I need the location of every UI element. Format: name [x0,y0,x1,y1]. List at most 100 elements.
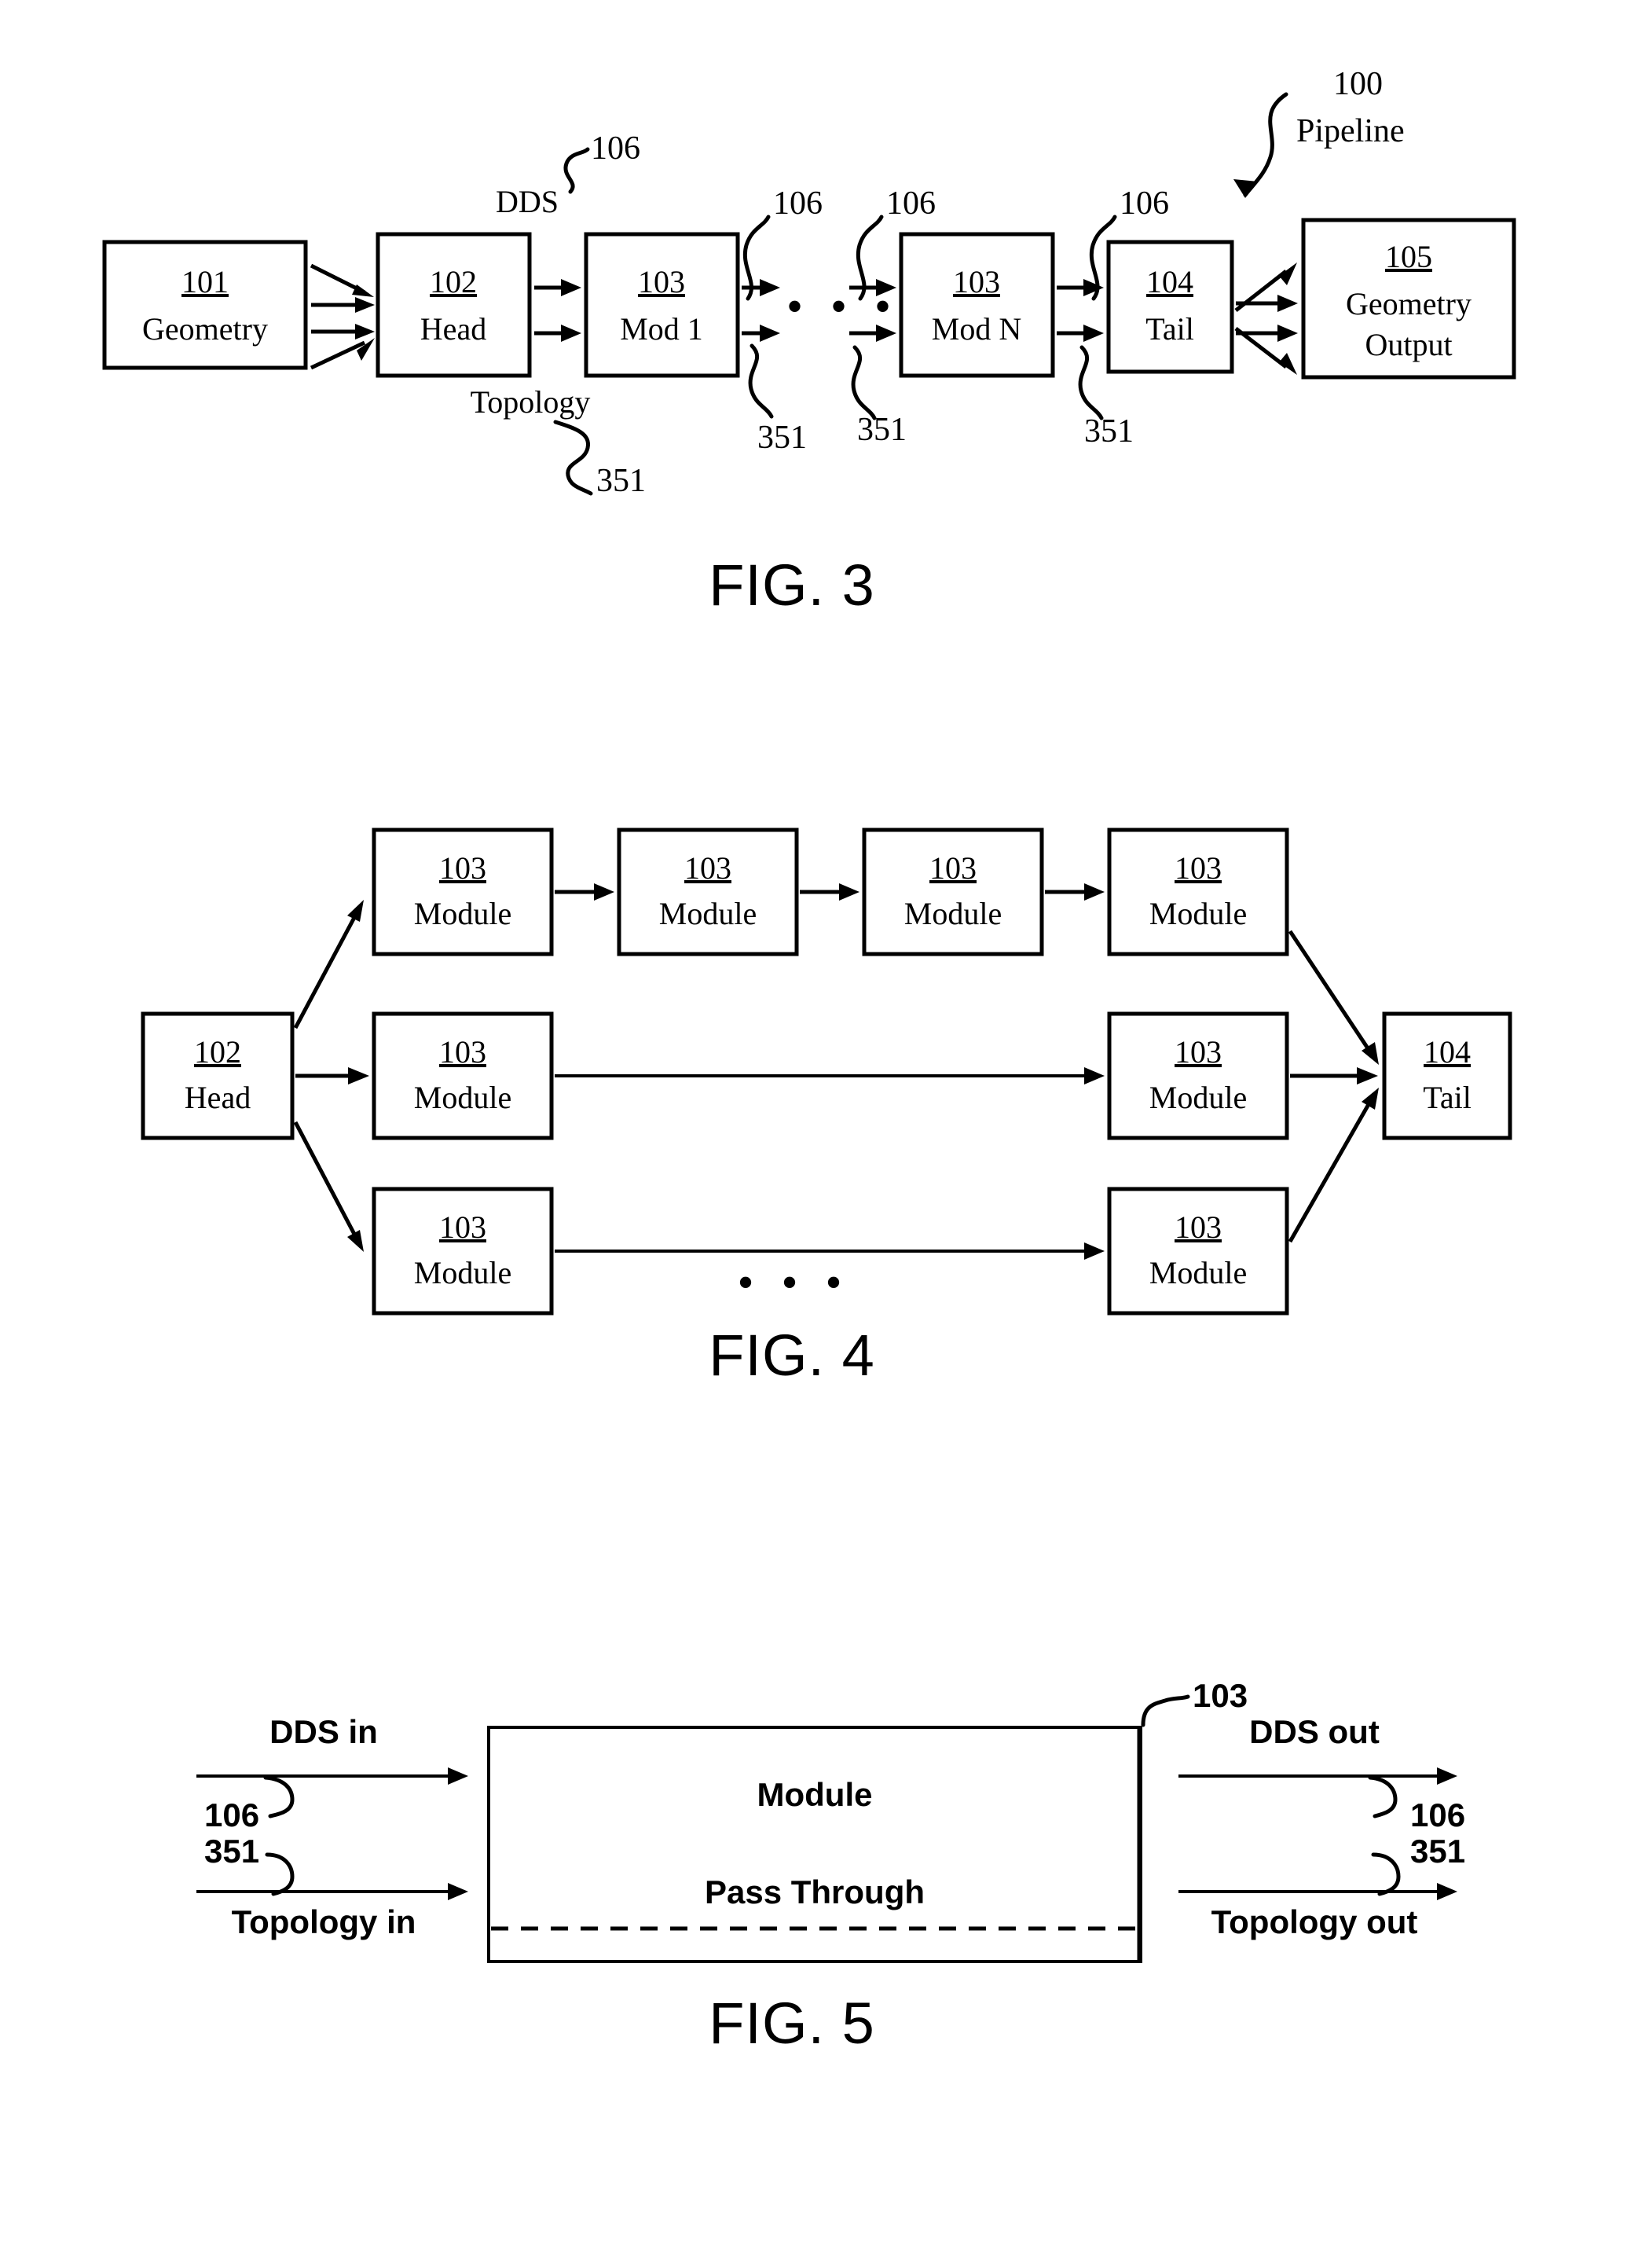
topology-ref-number-3: 351 [857,412,907,448]
fig4-row3-module-1 [372,1187,554,1316]
arrows-tail-to-output [1234,262,1298,375]
box-101-geometry [102,240,308,370]
box-101-number: 101 [181,264,229,299]
arrows-mod1-out [742,279,780,342]
fig5-module-box [487,1726,1142,1963]
fig5-topology-out-leader-line [1371,1852,1401,1896]
fig4-row3-module-2-label: Module [1149,1255,1247,1290]
fig5-module-leader-line [1141,1694,1190,1727]
fig4-row1-link-1-arrowhead [594,883,614,901]
fig4-box-102-number: 102 [194,1034,241,1070]
fig5-dds-in-leader-line [263,1775,295,1818]
topology-leader-line [553,420,593,496]
box-105-number: 105 [1385,239,1432,274]
fig4-row3-module-1-label: Module [414,1255,511,1290]
fig5-pass-through-label: Pass Through [705,1873,925,1910]
fig5-dds-in-label: DDS in [269,1713,378,1750]
dds-ref-number-2: 106 [773,185,823,222]
box-105-label-line2: Output [1365,327,1452,362]
topology-leader-line-4 [1078,345,1104,420]
box-103-mod-n-label: Mod N [932,311,1021,347]
box-103-mod-n-number: 103 [953,264,1000,299]
figure-5-title: FIG. 5 [709,1991,875,2056]
fig4-row1-link-3-arrowhead [1084,883,1105,901]
figure-5: 103 Module Pass Through DDS in 106 351 T… [0,1517,1642,2067]
fig5-module-ref-number: 103 [1193,1677,1248,1714]
fig4-row2-module-2-label: Module [1149,1080,1247,1115]
box-102-number: 102 [430,264,477,299]
fig4-row3-module-2-number: 103 [1175,1209,1222,1245]
fig5-module-label: Module [757,1776,873,1813]
box-102-label: Head [420,311,486,347]
figure-3: 100 Pipeline 106 DDS 106 106 106 101 Geo… [0,0,1642,629]
fig4-row2-long-link-arrowhead [1084,1067,1105,1084]
box-103-mod-n [899,232,1055,378]
arrows-geometry-to-head [310,263,375,370]
dds-ref-number: 106 [591,130,640,167]
fig4-row3-module-2 [1107,1187,1289,1316]
fig5-dds-out-label: DDS out [1249,1713,1380,1750]
fig4-row2-module-2 [1107,1011,1289,1140]
box-105-label-line1: Geometry [1346,286,1472,321]
fig4-box-102-head [141,1011,295,1140]
pipeline-leader-arrowhead [1233,179,1258,198]
topology-leader-line-2 [748,343,774,419]
fig4-row1-module-1 [372,828,554,956]
box-102-head [376,232,532,378]
fig5-topology-in-ref-number: 351 [204,1833,259,1870]
topology-ref-number-4: 351 [1084,413,1134,450]
topology-ref-number: 351 [596,463,646,499]
dds-label: DDS [496,184,559,219]
figure-4: 102 Head 103 Module 103 Module 103 Modul… [0,754,1642,1399]
fig4-box-104-label: Tail [1423,1080,1472,1115]
dds-leader-line [563,147,590,194]
box-103-mod-1-number: 103 [638,264,685,299]
fig4-row1-module-3-number: 103 [929,850,977,886]
box-101-label: Geometry [142,311,268,347]
fig4-row3-long-link-arrowhead [1084,1242,1105,1260]
fig5-dds-out-arrowhead [1437,1767,1457,1785]
fig4-row1-module-3 [862,828,1044,956]
dds-ref-number-3: 106 [886,185,936,222]
fig4-row1-link-2-arrowhead [839,883,859,901]
fig4-row2-module-2-number: 103 [1175,1034,1222,1070]
fig5-dds-in-ref-number: 106 [204,1796,259,1833]
fig4-row1-module-3-label: Module [904,896,1002,931]
box-104-tail [1106,240,1234,374]
fig4-row1-module-1-number: 103 [439,850,486,886]
pipeline-leader-line [1243,92,1288,197]
pipeline-label: Pipeline [1296,113,1405,149]
figure-4-title: FIG. 4 [709,1323,875,1388]
box-104-number: 104 [1146,264,1193,299]
topology-label: Topology [471,384,591,420]
fig5-dds-in-arrowhead [448,1767,468,1785]
dds-ref-number-4: 106 [1120,185,1169,222]
fig4-row2-module-1 [372,1011,554,1140]
fig5-topology-out-label: Topology out [1211,1903,1418,1940]
fig4-row1-module-4-number: 103 [1175,850,1222,886]
fig4-row1-module-2 [617,828,799,956]
fig4-ellipsis: • • • [737,1257,849,1308]
box-103-mod-1-label: Mod 1 [620,311,703,347]
box-104-label: Tail [1145,311,1194,347]
fig5-topology-in-label: Topology in [232,1903,416,1940]
pipeline-ref-number: 100 [1333,66,1383,102]
box-103-mod-1 [584,232,740,378]
fig4-row2-module-1-label: Module [414,1080,511,1115]
fig4-row1-module-4 [1107,828,1289,956]
topology-ref-number-2: 351 [757,420,807,456]
fig4-row1-module-4-label: Module [1149,896,1247,931]
arrows-modN-to-tail [1057,279,1104,342]
topology-leader-line-3 [851,345,877,420]
fig5-dds-out-leader-line [1368,1775,1398,1818]
fig4-row3-module-1-number: 103 [439,1209,486,1245]
arrows-head-to-mod1 [534,279,581,342]
fig4-row1-module-1-label: Module [414,896,511,931]
fig4-head-fanout-arrows [293,900,369,1252]
fig5-topology-out-arrowhead [1437,1883,1457,1900]
fig5-dds-out-ref-number: 106 [1410,1796,1465,1833]
fig5-topology-in-arrowhead [448,1883,468,1900]
fig5-topology-out-ref-number: 351 [1410,1833,1465,1870]
fig5-topology-in-leader-line [265,1852,295,1896]
fig4-box-102-label: Head [185,1080,251,1115]
